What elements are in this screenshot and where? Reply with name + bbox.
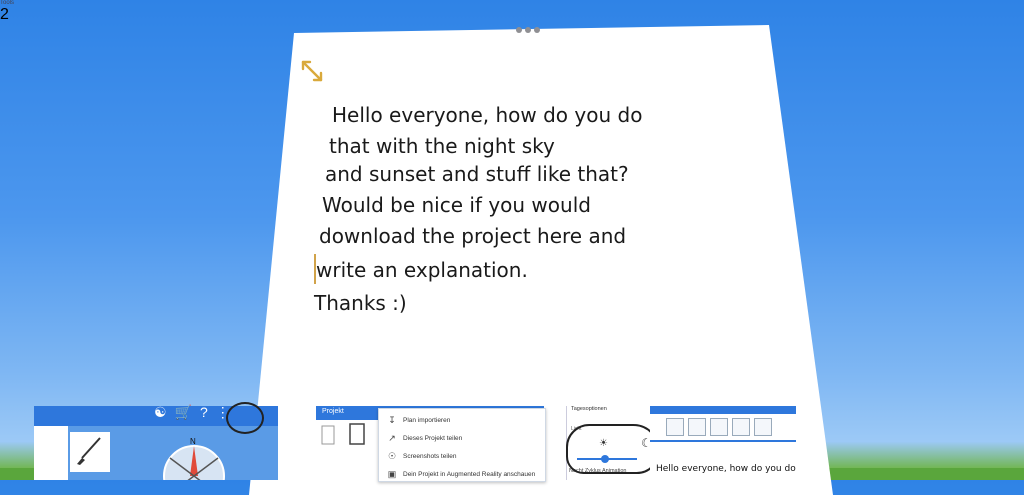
camera-icon: ☉ [387, 451, 397, 461]
note-line: write an explanation. [316, 258, 528, 282]
app-top-icons: ☯ 🛒 ? ⋮ [154, 404, 230, 421]
compass-north-label: N [190, 437, 196, 446]
thumb-note-text: Hello everyone, how do you do [656, 464, 796, 474]
door-icon [321, 423, 365, 445]
screenshot-thumb-note[interactable]: Hello everyone, how do you do [650, 406, 796, 480]
help-icon[interactable]: ? [200, 404, 208, 421]
note-line: that with the night sky [329, 134, 555, 158]
thumb-tool-row [666, 418, 772, 436]
note-line: Hello everyone, how do you do [332, 103, 643, 127]
menu-item-share[interactable]: ↗ Dieses Projekt teilen [387, 433, 462, 443]
number-value: 2 [0, 6, 9, 23]
tool-tile[interactable] [70, 432, 110, 472]
thumb-topbar [650, 406, 796, 414]
note-line: Would be nice if you would [322, 193, 591, 217]
menu-item-screenshots[interactable]: ☉ Screenshots teilen [387, 451, 457, 461]
thumb-divider [650, 440, 796, 442]
share-icon: ↗ [388, 433, 396, 443]
highlight-loop [566, 424, 660, 474]
ar-icon: ▣ [387, 469, 397, 479]
users-icon[interactable]: ☯ [154, 404, 167, 421]
text-caret [314, 254, 316, 284]
cart-icon[interactable]: 🛒 [175, 404, 192, 421]
context-menu: ↧ Plan importieren ↗ Dieses Projekt teil… [378, 408, 546, 482]
menu-item-label: Screenshots teilen [403, 452, 457, 460]
app-sidebar [34, 426, 68, 480]
menu-item-import[interactable]: ↧ Plan importieren [387, 415, 450, 425]
expand-icon[interactable] [299, 59, 327, 85]
menu-item-label: Plan importieren [403, 416, 451, 424]
note-line: download the project here and [319, 224, 627, 248]
note-line: and sunset and stuff like that? [325, 162, 629, 186]
panel-label: Projekt [322, 408, 344, 415]
settings-header: Tagesoptionen [571, 406, 607, 412]
project-panel [316, 420, 382, 480]
drag-handle[interactable] [516, 27, 540, 33]
note-line: Thanks :) [314, 291, 407, 315]
brush-icon [77, 437, 101, 465]
menu-item-label: Dieses Projekt teilen [403, 434, 463, 442]
compass-icon: N [163, 437, 225, 480]
menu-item-label: Dein Projekt in Augmented Reality anscha… [403, 470, 536, 478]
highlight-circle [226, 402, 264, 434]
import-icon: ↧ [388, 415, 396, 425]
menu-item-ar[interactable]: ▣ Dein Projekt in Augmented Reality ansc… [387, 469, 536, 479]
